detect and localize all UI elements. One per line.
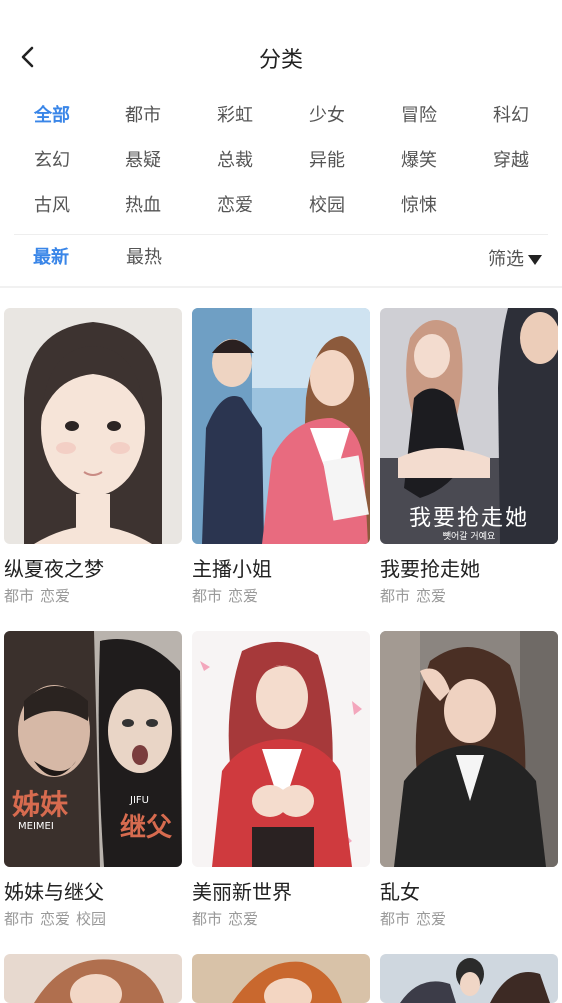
- category-item[interactable]: 热血: [97, 186, 189, 226]
- cover-logo-left-sub: MEIMEI: [18, 821, 54, 832]
- comic-card[interactable]: 主播小姐 都市 恋爱: [192, 308, 370, 606]
- comic-card[interactable]: [4, 954, 182, 1003]
- filter-button[interactable]: 筛选: [488, 240, 542, 280]
- cover-subtitle-text: 뺏어갈 거예요: [442, 532, 496, 542]
- comic-tags: 都市 恋爱: [380, 909, 558, 929]
- comic-tags: 都市 恋爱 校园: [4, 909, 182, 929]
- comic-cover: [192, 631, 370, 867]
- comic-tag: 恋爱: [228, 587, 259, 605]
- category-item[interactable]: 科幻: [465, 96, 557, 136]
- comic-cover: 姊妹 MEIMEI JIFU 继父: [4, 631, 182, 867]
- comic-cover: [192, 308, 370, 544]
- comic-title: 乱女: [380, 880, 420, 904]
- comic-cover: [380, 954, 558, 1003]
- comic-cover: [4, 954, 182, 1003]
- category-item[interactable]: 恋爱: [189, 186, 281, 226]
- category-item[interactable]: 彩虹: [189, 96, 281, 136]
- sort-latest-tab[interactable]: 最新: [33, 238, 69, 278]
- comic-tag: 都市: [4, 910, 35, 928]
- screen: 分类 全部 都市 彩虹 少女 冒险 科幻 玄幻 悬疑 总裁 异能 爆笑 穿越 古…: [0, 0, 562, 1003]
- category-item[interactable]: 校园: [281, 186, 373, 226]
- category-item[interactable]: 爆笑: [373, 141, 465, 181]
- header: 分类: [0, 0, 562, 88]
- category-item[interactable]: 都市: [97, 96, 189, 136]
- cover-logo-right: 继父: [120, 813, 173, 843]
- comic-card[interactable]: [380, 954, 558, 1003]
- category-item[interactable]: 少女: [281, 96, 373, 136]
- comic-tag: 都市: [192, 910, 223, 928]
- comic-title: 姊妹与继父: [4, 880, 104, 904]
- comic-card[interactable]: 我要抢走她 뺏어갈 거예요 我要抢走她 都市 恋爱: [380, 308, 558, 606]
- category-item[interactable]: 惊悚: [373, 186, 465, 226]
- cover-logo-right-sub: JIFU: [130, 795, 149, 806]
- comic-tags: 都市 恋爱: [192, 586, 370, 606]
- cover-title-text: 我要抢走她: [408, 506, 529, 531]
- comic-cover: [192, 954, 370, 1003]
- comic-tag: 恋爱: [416, 910, 447, 928]
- comic-tag: 恋爱: [40, 587, 71, 605]
- comic-tags: 都市 恋爱: [4, 586, 182, 606]
- cover-logo-left: 姊妹: [12, 788, 69, 821]
- filter-label: 筛选: [488, 249, 524, 270]
- comic-card[interactable]: 乱女 都市 恋爱: [380, 631, 558, 929]
- category-item[interactable]: 玄幻: [6, 141, 98, 181]
- divider: [14, 234, 548, 235]
- category-item[interactable]: 冒险: [373, 96, 465, 136]
- category-item[interactable]: 总裁: [189, 141, 281, 181]
- category-item[interactable]: 异能: [281, 141, 373, 181]
- comic-tag: 都市: [380, 587, 411, 605]
- comic-tag: 恋爱: [40, 910, 71, 928]
- category-item[interactable]: 古风: [6, 186, 98, 226]
- comic-tags: 都市 恋爱: [380, 586, 558, 606]
- comic-title: 美丽新世界: [192, 880, 292, 904]
- comic-card[interactable]: [192, 954, 370, 1003]
- comic-cover: 我要抢走她 뺏어갈 거예요: [380, 308, 558, 544]
- category-all[interactable]: 全部: [6, 96, 98, 136]
- comic-tag: 都市: [192, 587, 223, 605]
- comic-tag: 恋爱: [228, 910, 259, 928]
- page-title: 分类: [258, 48, 303, 73]
- comic-cover: [380, 631, 558, 867]
- comic-tag: 恋爱: [416, 587, 447, 605]
- comic-card[interactable]: 姊妹 MEIMEI JIFU 继父 姊妹与继父 都市 恋爱 校园: [4, 631, 182, 929]
- comic-tag: 都市: [380, 910, 411, 928]
- comic-tag: 都市: [4, 587, 35, 605]
- caret-down-icon: [528, 255, 542, 265]
- comic-tag: 校园: [76, 910, 107, 928]
- comic-title: 我要抢走她: [380, 557, 480, 581]
- category-item[interactable]: 穿越: [465, 141, 557, 181]
- comic-card[interactable]: 纵夏夜之梦 都市 恋爱: [4, 308, 182, 606]
- comic-cover: [4, 308, 182, 544]
- comic-title: 主播小姐: [192, 557, 272, 581]
- category-item[interactable]: 悬疑: [97, 141, 189, 181]
- comic-title: 纵夏夜之梦: [4, 557, 104, 581]
- comic-tags: 都市 恋爱: [192, 909, 370, 929]
- sort-hottest-tab[interactable]: 最热: [126, 238, 162, 278]
- comic-card[interactable]: 美丽新世界 都市 恋爱: [192, 631, 370, 929]
- section-divider: [0, 286, 562, 288]
